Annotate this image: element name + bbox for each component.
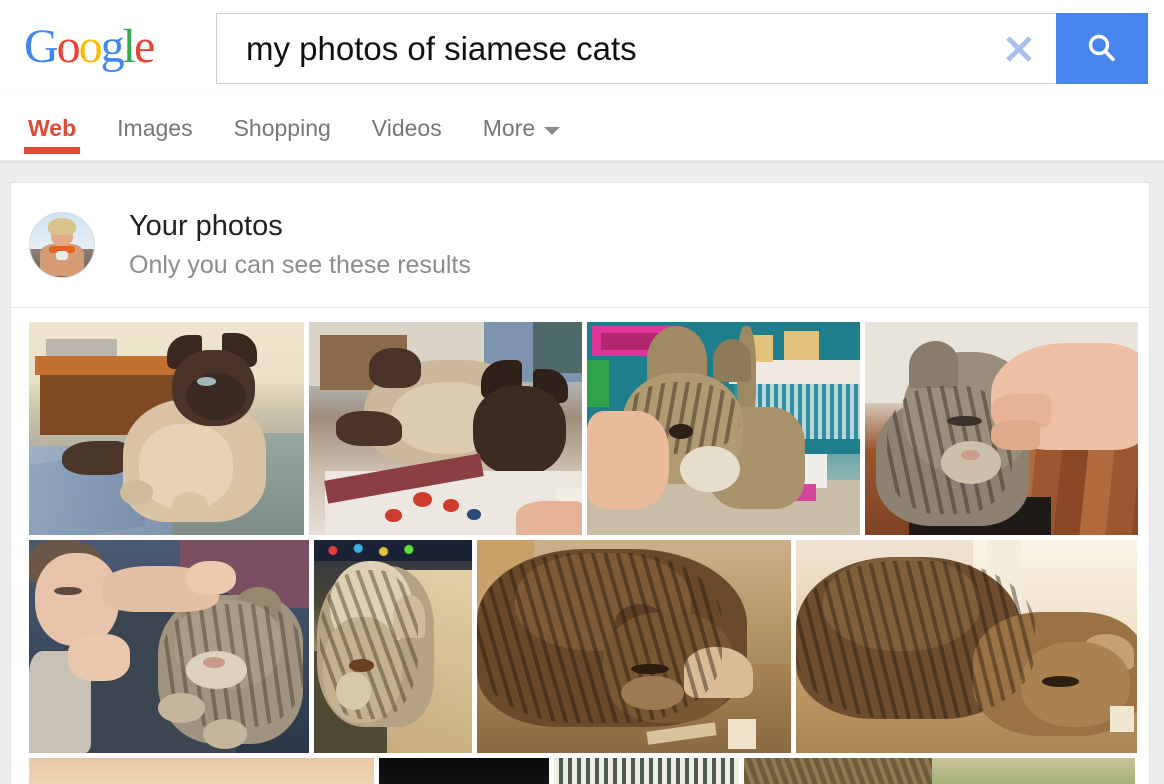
logo-letter-l: l [122,20,136,73]
search-header: Google [0,0,1164,96]
photo-thumbnail[interactable] [29,758,374,784]
photo-grid-row [29,758,1149,784]
photo-thumbnail[interactable] [314,540,472,753]
logo-letter-g1: G [24,20,59,73]
tab-videos[interactable]: Videos [372,96,442,161]
search-input[interactable] [217,14,982,83]
photo-thumbnail[interactable] [29,322,304,535]
nav-tabs: Web Images Shopping Videos More [23,96,601,161]
results-page: Your photos Only you can see these resul… [0,161,1164,784]
your-photos-header: Your photos Only you can see these resul… [11,183,1149,308]
tab-more[interactable]: More [482,96,561,161]
google-logo[interactable]: Google [24,20,155,73]
tab-web[interactable]: Web [23,96,81,161]
photo-thumbnail[interactable] [309,322,582,535]
photo-grid [11,308,1149,784]
photo-thumbnail[interactable] [744,758,1135,784]
tab-web-label: Web [28,115,77,141]
magnifier-icon [1088,34,1115,61]
photo-thumbnail[interactable] [865,322,1138,535]
your-photos-card: Your photos Only you can see these resul… [10,182,1150,784]
tab-more-label: More [482,115,536,141]
avatar[interactable] [29,212,95,278]
your-photos-heading: Your photos Only you can see these resul… [129,208,471,282]
tab-shopping-label: Shopping [233,115,331,141]
tab-images[interactable]: Images [117,96,192,161]
logo-letter-g2: g [100,20,125,73]
page-title: Your photos [129,210,283,242]
photo-thumbnail[interactable] [29,540,309,753]
chevron-down-icon [544,126,561,135]
logo-letter-e: e [134,20,155,73]
photo-thumbnail[interactable] [379,758,549,784]
clear-search-button[interactable] [982,14,1056,83]
photo-thumbnail[interactable] [554,758,739,784]
search-bar [216,13,1148,84]
photo-thumbnail[interactable] [587,322,860,535]
tab-shopping[interactable]: Shopping [234,96,331,161]
search-submit-button[interactable] [1056,13,1148,84]
logo-letter-o1: o [56,20,81,73]
photo-thumbnail[interactable] [477,540,791,753]
tab-videos-label: Videos [371,115,442,141]
photo-grid-row [29,540,1149,753]
search-nav-bar: Web Images Shopping Videos More [0,96,1164,161]
privacy-subtitle: Only you can see these results [129,251,471,279]
tab-images-label: Images [117,115,193,141]
close-x-icon [1006,35,1032,62]
logo-letter-o2: o [78,20,103,73]
photo-grid-row [29,322,1149,535]
photo-thumbnail[interactable] [796,540,1137,753]
